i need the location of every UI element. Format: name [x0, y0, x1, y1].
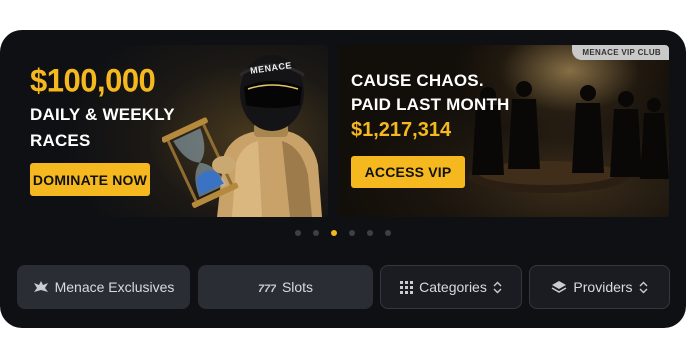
chevron-updown-icon	[493, 281, 502, 293]
tab-menace-exclusives[interactable]: Menace Exclusives	[17, 265, 190, 309]
races-headline-line2: RACES	[30, 131, 91, 150]
access-vip-button[interactable]: ACCESS VIP	[351, 156, 465, 188]
carousel-dot[interactable]	[385, 230, 391, 236]
tab-providers[interactable]: Providers	[529, 265, 670, 309]
slots-777-icon: 777	[258, 283, 276, 293]
racer-illustration	[162, 55, 322, 217]
vip-paid-amount: $1,217,314	[351, 119, 452, 141]
tab-label: Categories	[419, 279, 487, 295]
races-banner[interactable]: MENACE $100,000 DAILY & WEEKLY RACES DOM…	[17, 45, 328, 217]
vip-club-badge: MENACE VIP CLUB	[572, 45, 669, 60]
svg-text:777: 777	[258, 283, 276, 293]
tab-slots[interactable]: 777 Slots	[198, 265, 373, 309]
tab-label: Menace Exclusives	[54, 279, 175, 295]
tab-label: Slots	[281, 279, 314, 295]
races-prize-amount: $100,000	[30, 62, 156, 99]
menace-logo-icon	[33, 281, 48, 292]
carousel-dot[interactable]	[367, 230, 373, 236]
chevron-updown-icon	[639, 281, 648, 293]
tab-label: Providers	[573, 279, 633, 295]
tab-categories[interactable]: Categories	[380, 265, 522, 309]
grid-icon	[400, 280, 414, 294]
carousel-dot[interactable]	[295, 230, 301, 236]
dominate-now-button[interactable]: DOMINATE NOW	[30, 163, 150, 196]
races-headline-line1: DAILY & WEEKLY	[30, 105, 175, 124]
vip-headline-line1: CAUSE CHAOS.	[351, 71, 484, 90]
carousel-dot[interactable]	[313, 230, 319, 236]
carousel-pagination	[295, 230, 391, 236]
layers-icon	[552, 281, 567, 293]
vip-banner[interactable]: MENACE VIP CLUB CAUSE CHAOS. PAID LAST M…	[338, 45, 669, 217]
carousel-dot[interactable]	[349, 230, 355, 236]
vip-headline-line2: PAID LAST MONTH	[351, 95, 510, 114]
carousel-dot-active[interactable]	[331, 230, 337, 236]
